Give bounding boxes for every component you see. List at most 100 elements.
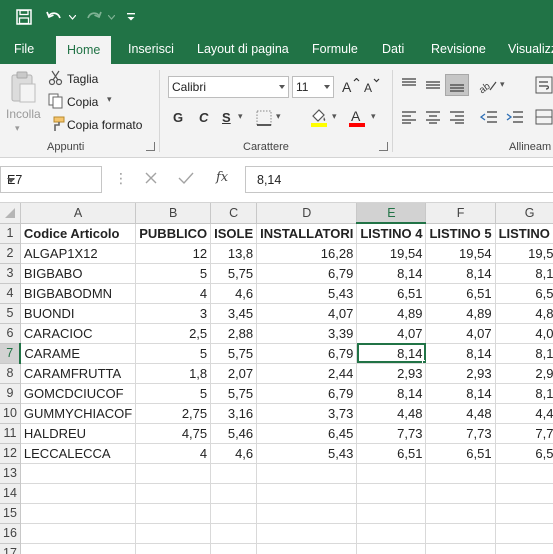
cell[interactable] [256, 503, 358, 524]
cell[interactable]: 8,14 [495, 263, 553, 284]
cell[interactable] [135, 543, 212, 554]
undo-dropdown-icon[interactable] [67, 7, 77, 27]
cancel-icon[interactable] [144, 171, 158, 188]
paste-dropdown-icon[interactable]: ▾ [15, 123, 20, 134]
cell[interactable] [356, 483, 427, 504]
cell[interactable] [495, 503, 553, 524]
wrap-text-icon[interactable] [535, 76, 553, 97]
tab-page-layout[interactable]: Layout di pagina [193, 34, 293, 64]
cell[interactable]: LECCALECCA [20, 443, 137, 464]
merge-cells-icon[interactable] [535, 109, 553, 128]
header-cell[interactable]: INSTALLATORI [256, 223, 358, 244]
scissors-icon[interactable] [48, 70, 64, 89]
row-header[interactable]: 1 [0, 223, 21, 244]
select-all-corner[interactable] [0, 203, 21, 224]
column-header-a[interactable]: A [20, 203, 137, 224]
align-top-icon[interactable] [401, 78, 417, 95]
cell[interactable]: CARACIOC [20, 323, 137, 344]
align-center-icon[interactable] [425, 110, 441, 127]
cell[interactable] [135, 523, 212, 544]
cell[interactable]: CARAMFRUTTA [20, 363, 137, 384]
cell[interactable] [425, 523, 496, 544]
fill-color-dropdown-icon[interactable]: ▾ [332, 111, 337, 122]
orientation-dropdown-icon[interactable]: ▾ [500, 79, 505, 90]
cell[interactable] [356, 543, 427, 554]
cell[interactable]: 2,44 [256, 363, 358, 384]
row-header[interactable]: 16 [0, 523, 21, 544]
cell[interactable]: ALGAP1X12 [20, 243, 137, 264]
cell[interactable] [425, 463, 496, 484]
cell[interactable]: 13,8 [210, 243, 258, 264]
cell[interactable]: 8,14 [495, 343, 553, 364]
cell[interactable]: 5,75 [210, 263, 258, 284]
row-header[interactable]: 4 [0, 283, 21, 304]
worksheet-grid[interactable]: ABCDEFG 1 Codice Articolo PUBBLICO ISOLE INS… [0, 203, 553, 554]
cell[interactable]: 5,75 [210, 343, 258, 364]
cell[interactable]: 4,48 [356, 403, 427, 424]
underline-button[interactable]: S [222, 110, 231, 125]
cell[interactable]: BIGBABO [20, 263, 137, 284]
cell[interactable] [495, 463, 553, 484]
cell[interactable]: 1,8 [135, 363, 212, 384]
cell[interactable]: 19,54 [425, 243, 496, 264]
row-header[interactable]: 3 [0, 263, 21, 284]
font-launcher-icon[interactable] [379, 142, 388, 151]
cell[interactable]: 6,79 [256, 263, 358, 284]
align-right-icon[interactable] [449, 110, 465, 127]
font-name-select[interactable]: Calibri [168, 76, 289, 98]
increase-indent-icon[interactable] [506, 110, 524, 127]
cell[interactable] [20, 523, 137, 544]
row-header[interactable]: 14 [0, 483, 21, 504]
cell[interactable] [256, 523, 358, 544]
cell[interactable] [210, 543, 258, 554]
cell[interactable]: 4,89 [425, 303, 496, 324]
italic-button[interactable]: C [199, 110, 208, 125]
copy-dropdown-icon[interactable]: ▾ [107, 94, 112, 105]
cell[interactable]: 2,93 [356, 363, 427, 384]
column-header-d[interactable]: D [256, 203, 358, 224]
font-color-icon[interactable]: A [348, 108, 366, 131]
row-header[interactable]: 8 [0, 363, 21, 384]
align-middle-icon[interactable] [425, 78, 441, 95]
cell[interactable] [20, 503, 137, 524]
row-header[interactable]: 12 [0, 443, 21, 464]
cell[interactable]: 2,93 [495, 363, 553, 384]
cell[interactable] [256, 483, 358, 504]
cell[interactable]: 3,45 [210, 303, 258, 324]
tab-data[interactable]: Dati [378, 34, 408, 64]
cell[interactable]: 3,39 [256, 323, 358, 344]
cell[interactable]: 2,5 [135, 323, 212, 344]
tab-file[interactable]: File [10, 34, 38, 64]
enter-icon[interactable] [178, 171, 194, 188]
cell[interactable]: 16,28 [256, 243, 358, 264]
cell[interactable]: 4,89 [495, 303, 553, 324]
cell[interactable]: 5 [135, 383, 212, 404]
cell[interactable] [135, 463, 212, 484]
formula-input[interactable]: 8,14 [245, 166, 553, 193]
paste-label[interactable]: Incolla [6, 107, 41, 121]
cell[interactable] [356, 523, 427, 544]
redo-dropdown-icon[interactable] [106, 7, 116, 27]
paste-icon[interactable] [8, 70, 38, 104]
cell[interactable]: 6,51 [356, 283, 427, 304]
fill-handle[interactable] [422, 359, 425, 362]
cell[interactable]: 6,45 [256, 423, 358, 444]
format-painter-icon[interactable] [48, 116, 65, 135]
cell[interactable] [425, 483, 496, 504]
cell[interactable]: 4,48 [495, 403, 553, 424]
redo-icon[interactable] [84, 7, 104, 27]
cell[interactable]: GUMMYCHIACOF [20, 403, 137, 424]
cell[interactable]: 4,07 [425, 323, 496, 344]
cell[interactable]: GOMCDCIUCOF [20, 383, 137, 404]
tab-formulas[interactable]: Formule [308, 34, 362, 64]
cell[interactable]: 19,54 [356, 243, 427, 264]
cell[interactable] [135, 483, 212, 504]
cut-button[interactable]: Taglia [67, 72, 98, 86]
tab-view[interactable]: Visualizza [504, 34, 553, 64]
fill-color-icon[interactable] [309, 108, 329, 131]
column-header-e[interactable]: E [356, 203, 427, 224]
tab-review[interactable]: Revisione [427, 34, 490, 64]
copy-icon[interactable] [48, 93, 64, 112]
cell[interactable]: BUONDI [20, 303, 137, 324]
column-header-b[interactable]: B [135, 203, 212, 224]
